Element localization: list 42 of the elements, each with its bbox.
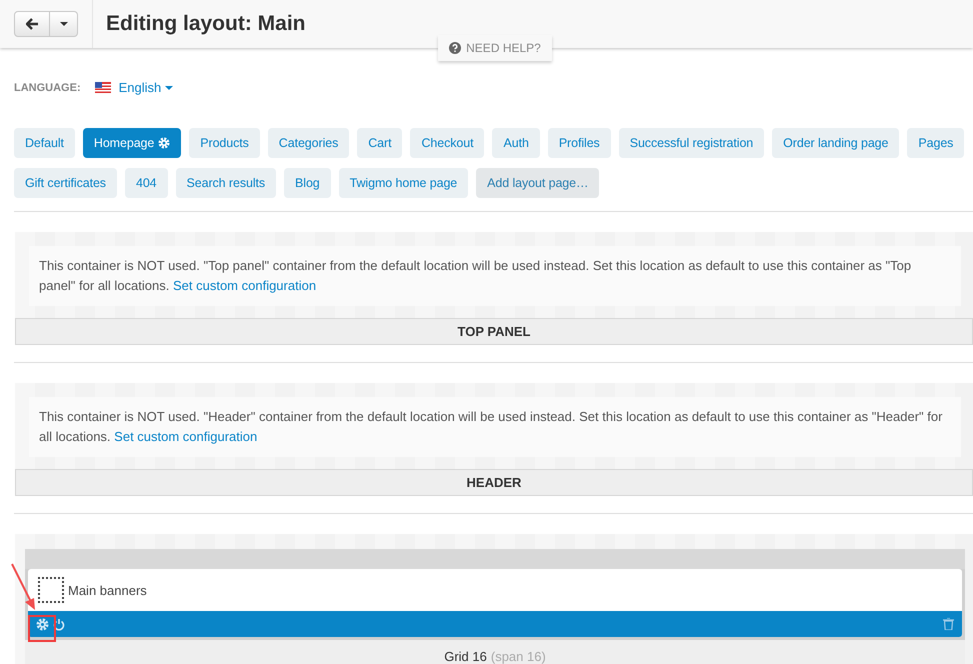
layout-tab[interactable]: Successful registration xyxy=(618,128,764,158)
language-label: LANGUAGE: xyxy=(14,82,81,94)
container-notice: This container is NOT used. "Top panel" container from the default location will be used instead. Set this location as default to use this container as "Top panel" for all locations. Set custom configuration xyxy=(29,246,961,306)
back-button[interactable] xyxy=(14,11,50,37)
layout-tab[interactable]: Cart xyxy=(357,128,402,158)
settings-icon[interactable] xyxy=(36,618,49,630)
block-placeholder-icon xyxy=(38,577,64,603)
highlight-frame xyxy=(28,615,56,642)
layout-tab[interactable]: Homepage xyxy=(82,128,182,158)
layout-tab[interactable]: Auth xyxy=(492,128,540,158)
caret-icon xyxy=(60,22,68,26)
layout-tab[interactable]: Checkout xyxy=(410,128,484,158)
layout-tab[interactable]: Order landing page xyxy=(772,128,900,158)
question-icon xyxy=(449,42,462,54)
power-icon[interactable] xyxy=(53,618,65,630)
layout-tab[interactable]: Products xyxy=(189,128,260,158)
layout-tab[interactable]: Pages xyxy=(907,128,964,158)
back-arrow-icon xyxy=(26,18,38,30)
flag-icon xyxy=(94,82,111,93)
container-title: TOP PANEL xyxy=(15,318,973,345)
grid-span: (span 16) xyxy=(490,649,546,664)
trash-icon[interactable] xyxy=(943,618,954,630)
layout-tab[interactable]: Default xyxy=(14,128,75,158)
layout-tab[interactable]: Categories xyxy=(268,128,350,158)
custom-configuration-link[interactable]: Set custom configuration xyxy=(114,429,258,444)
container-notice: This container is NOT used. "Header" container from the default location will be used instead. Set this location as default to use this container as "Header" for all locations. Set custom configuration xyxy=(29,397,961,457)
caret-icon xyxy=(165,86,174,90)
language-dropdown[interactable]: English xyxy=(118,80,174,95)
block-name: Main banners xyxy=(68,582,147,598)
container-title: HEADER xyxy=(15,469,973,496)
layout-tab[interactable]: Twigmo home page xyxy=(338,168,468,198)
layout-tab[interactable]: Profiles xyxy=(548,128,611,158)
add-layout-page-button[interactable]: Add layout page… xyxy=(476,168,600,198)
layout-tab[interactable]: Blog xyxy=(284,168,331,198)
grid-label: Grid 16 xyxy=(444,649,487,664)
layout-tab[interactable]: Gift certificates xyxy=(14,168,117,198)
layout-tab[interactable]: 404 xyxy=(124,168,168,198)
custom-configuration-link[interactable]: Set custom configuration xyxy=(172,278,316,293)
layout-tab[interactable]: Search results xyxy=(176,168,276,198)
help-tab[interactable]: NEED HELP? xyxy=(438,35,552,61)
annotation-arrow xyxy=(9,562,37,612)
page-title: Editing layout: Main xyxy=(106,12,306,36)
